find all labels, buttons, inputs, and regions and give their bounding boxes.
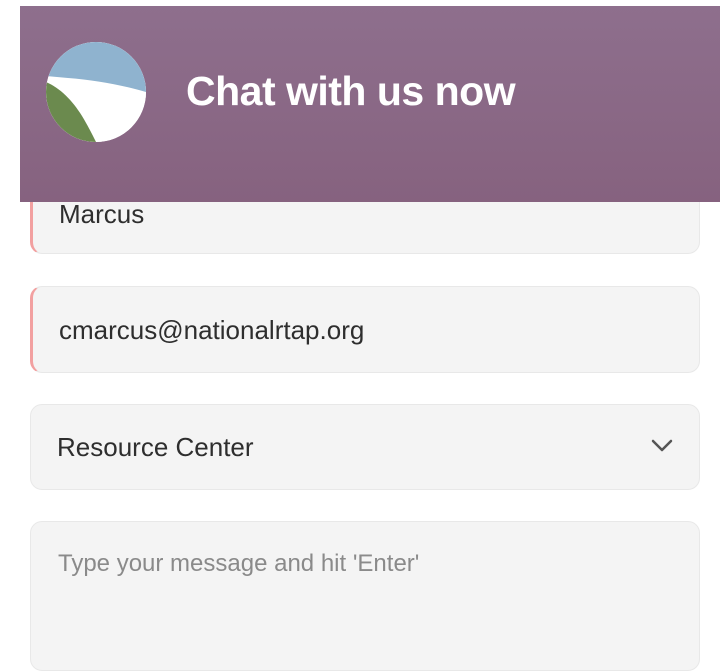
name-value: Marcus <box>59 199 145 229</box>
chat-title: Chat with us now <box>186 68 516 114</box>
email-value: cmarcus@nationalrtap.org <box>59 315 365 345</box>
message-placeholder: Type your message and hit 'Enter' <box>58 550 420 577</box>
department-select[interactable]: Resource Center <box>30 404 700 490</box>
chevron-down-icon <box>651 439 673 452</box>
chat-header: Chat with us now <box>20 6 720 202</box>
message-input[interactable]: Type your message and hit 'Enter' <box>30 521 700 671</box>
landscape-logo-icon <box>46 42 146 142</box>
department-selected-value: Resource Center <box>57 432 254 462</box>
email-field[interactable]: cmarcus@nationalrtap.org <box>30 286 700 373</box>
